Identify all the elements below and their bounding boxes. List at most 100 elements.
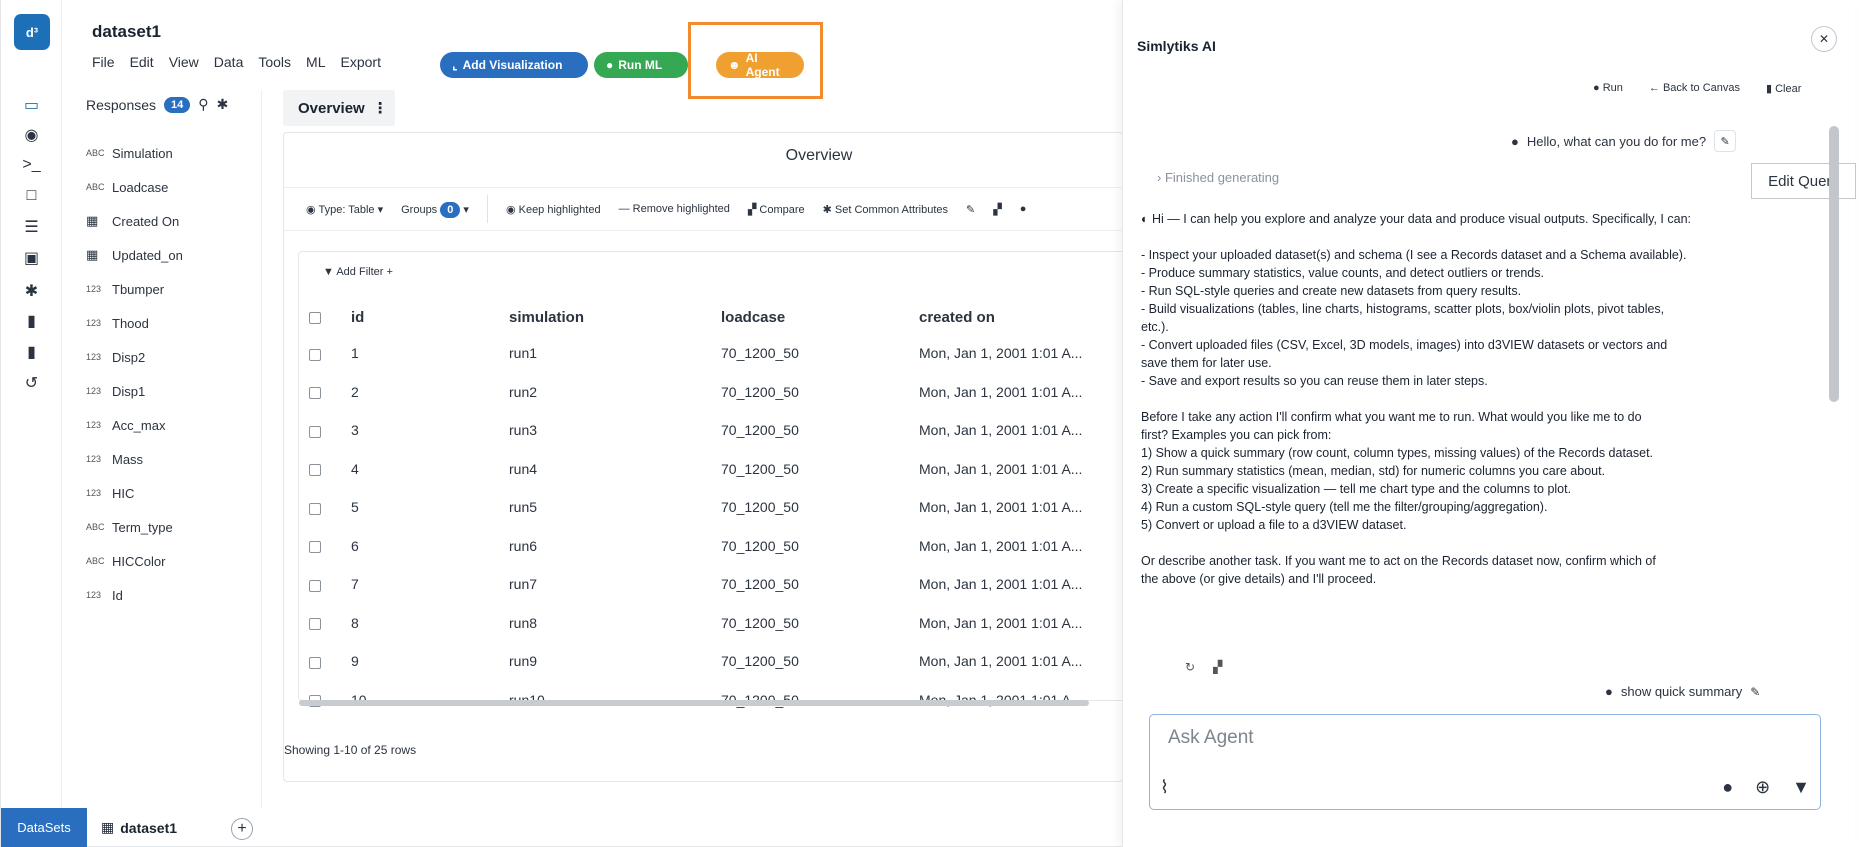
more-icon[interactable]: ⋮ <box>373 99 388 117</box>
list-item[interactable]: 123 Acc_max <box>86 408 183 442</box>
list-item[interactable]: 123 HIC <box>86 476 183 510</box>
list-item[interactable]: ABC Simulation <box>86 136 183 170</box>
gear-icon[interactable]: ✱ <box>217 96 229 113</box>
table-row[interactable]: 9 run9 70_1200_50 Mon, Jan 1, 2001 1:01 A..… <box>309 642 1122 681</box>
keep-highlighted-button[interactable]: ◉ Keep highlighted <box>506 203 601 216</box>
document-icon[interactable]: ▮ <box>1 339 62 365</box>
menu-ml[interactable]: ML <box>306 54 325 70</box>
row-checkbox[interactable] <box>309 464 321 477</box>
set-common-attributes-button[interactable]: ✱ Set Common Attributes <box>823 203 948 216</box>
history-icon[interactable]: ↺ <box>1 370 62 396</box>
table-row[interactable]: 3 run3 70_1200_50 Mon, Jan 1, 2001 1:01 A..… <box>309 411 1122 450</box>
sliders-icon[interactable]: ☰ <box>1 214 62 240</box>
gear-icon[interactable]: ✱ <box>1 278 62 304</box>
type-text-icon: ABC <box>86 182 105 192</box>
menu-export[interactable]: Export <box>341 54 381 70</box>
list-item[interactable]: 123 Id <box>86 578 183 612</box>
row-checkbox[interactable] <box>309 502 321 515</box>
row-checkbox[interactable] <box>309 541 321 554</box>
add-filter-button[interactable]: ▼ Add Filter + <box>323 266 393 278</box>
select-all-checkbox[interactable] <box>309 311 321 324</box>
row-checkbox[interactable] <box>309 618 321 631</box>
groups-count-badge: 0 <box>440 201 461 218</box>
left-rail: d³ ▭ ◉ >_ □ ☰ ▣ ✱ ▮ ▮ ↺ <box>1 0 62 808</box>
back-to-canvas-button[interactable]: ← Back to Canvas <box>1649 82 1740 95</box>
table-row[interactable]: 7 run7 70_1200_50 Mon, Jan 1, 2001 1:01 A..… <box>309 565 1122 604</box>
row-checkbox[interactable] <box>309 387 321 400</box>
remove-highlighted-button[interactable]: — Remove highlighted <box>619 203 730 215</box>
add-tab-button[interactable]: + <box>231 818 253 840</box>
edit-query-button[interactable]: ✎ <box>1714 130 1737 152</box>
file-icon[interactable]: ▮ <box>1 308 62 334</box>
minus-icon: — <box>618 203 633 215</box>
square-icon[interactable]: □ <box>1 183 62 209</box>
horizontal-scrollbar[interactable] <box>299 700 1089 706</box>
agent-input[interactable]: Ask Agent ⌇ ● ⊕ ▼ <box>1149 714 1821 810</box>
globe-icon[interactable]: ◉ <box>1 122 62 148</box>
circle-icon[interactable]: ● <box>1020 203 1027 215</box>
compare-button[interactable]: ▞ Compare <box>748 203 805 216</box>
paperclip-icon[interactable]: ⌇ <box>1160 777 1169 798</box>
search-icon[interactable]: ⚲ <box>198 96 208 113</box>
magic-icon[interactable]: ✎ <box>966 203 975 216</box>
column-header-created-on[interactable]: created on <box>919 300 1122 334</box>
column-header-loadcase[interactable]: loadcase <box>721 300 919 334</box>
row-checkbox[interactable] <box>309 348 321 361</box>
type-selector[interactable]: ◉ Type: Table ▾ <box>306 203 383 216</box>
thumb-icon[interactable]: ▞ <box>993 203 1001 216</box>
table-row[interactable]: 4 run4 70_1200_50 Mon, Jan 1, 2001 1:01 A..… <box>309 450 1122 489</box>
list-item[interactable]: 123 Tbumper <box>86 272 183 306</box>
microphone-icon[interactable]: ● <box>1722 777 1733 798</box>
list-item[interactable]: ABC Loadcase <box>86 170 183 204</box>
edit-icon[interactable]: ✎ <box>1750 685 1760 699</box>
list-item[interactable]: 123 Thood <box>86 306 183 340</box>
refresh-icon[interactable]: ↻ <box>1185 660 1195 674</box>
table-row[interactable]: 1 run1 70_1200_50 Mon, Jan 1, 2001 1:01 A..… <box>309 334 1122 373</box>
finished-generating-toggle[interactable]: › Finished generating <box>1157 170 1279 185</box>
groups-selector[interactable]: Groups 0 ▾ <box>401 201 469 218</box>
table-row[interactable]: 8 run8 70_1200_50 Mon, Jan 1, 2001 1:01 A..… <box>309 604 1122 643</box>
add-visualization-button[interactable]: ⌞ Add Visualization <box>440 52 588 78</box>
list-item[interactable]: ▦ Updated_on <box>86 238 183 272</box>
terminal-icon[interactable]: >_ <box>1 152 62 178</box>
monitor-icon[interactable]: ▭ <box>1 92 62 118</box>
list-item[interactable]: 123 Mass <box>86 442 183 476</box>
close-icon[interactable]: ✕ <box>1811 26 1837 52</box>
menu-file[interactable]: File <box>92 54 115 70</box>
column-header-simulation[interactable]: simulation <box>509 300 721 334</box>
image-icon[interactable]: ▣ <box>1 245 62 271</box>
assistant-icon: ◐ <box>1141 212 1153 226</box>
ai-panel-title: Simlytiks AI <box>1137 38 1216 54</box>
keep-highlighted-label: Keep highlighted <box>518 203 601 216</box>
table-row[interactable]: 6 run6 70_1200_50 Mon, Jan 1, 2001 1:01 A..… <box>309 527 1122 566</box>
menu-view[interactable]: View <box>169 54 199 70</box>
row-checkbox[interactable] <box>309 579 321 592</box>
filter-icon[interactable]: ▼ <box>1792 777 1810 798</box>
groups-label: Groups <box>401 203 438 216</box>
tab-overview[interactable]: Overview ⋮ <box>283 90 395 126</box>
send-icon[interactable]: ⊕ <box>1755 777 1770 798</box>
clear-button[interactable]: ▮ Clear <box>1766 82 1801 95</box>
thumb-icon[interactable]: ▞ <box>1213 660 1222 674</box>
row-checkbox[interactable] <box>309 656 321 669</box>
column-header-id[interactable]: id <box>351 300 509 334</box>
list-item[interactable]: ▦ Created On <box>86 204 183 238</box>
table-row[interactable]: 5 run5 70_1200_50 Mon, Jan 1, 2001 1:01 A..… <box>309 488 1122 527</box>
tab-dataset1[interactable]: ▦ dataset1 <box>101 808 177 847</box>
row-checkbox[interactable] <box>309 425 321 438</box>
app-logo[interactable]: d³ <box>14 14 50 50</box>
menu-edit[interactable]: Edit <box>130 54 154 70</box>
vertical-scrollbar[interactable] <box>1829 126 1839 402</box>
run-label: Run <box>1602 82 1623 94</box>
list-item[interactable]: 123 Disp2 <box>86 340 183 374</box>
menu-tools[interactable]: Tools <box>258 54 291 70</box>
list-item[interactable]: 123 Disp1 <box>86 374 183 408</box>
tab-datasets[interactable]: DataSets <box>1 808 87 847</box>
table-row[interactable]: 2 run2 70_1200_50 Mon, Jan 1, 2001 1:01 A..… <box>309 373 1122 412</box>
list-item-label: Acc_max <box>112 417 166 433</box>
list-item[interactable]: ABC Term_type <box>86 510 183 544</box>
menu-data[interactable]: Data <box>214 54 244 70</box>
list-item[interactable]: ABC HICColor <box>86 544 183 578</box>
run-button[interactable]: ● Run <box>1593 82 1623 95</box>
run-ml-button[interactable]: ● Run ML <box>594 52 688 78</box>
